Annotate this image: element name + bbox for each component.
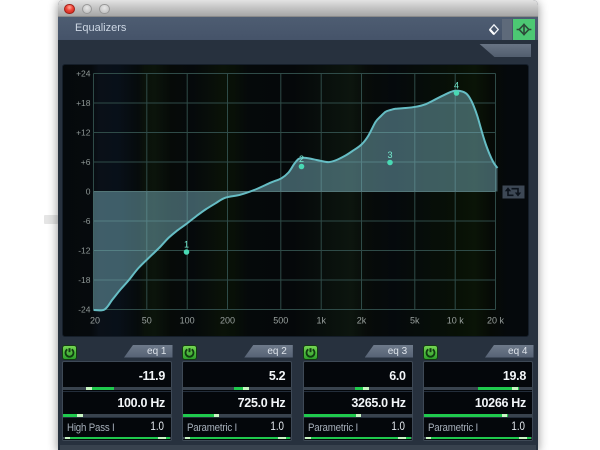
- svg-text:2: 2: [298, 154, 303, 164]
- svg-text:500: 500: [273, 315, 288, 325]
- svg-text:10 k: 10 k: [446, 315, 464, 325]
- svg-text:50: 50: [141, 315, 151, 325]
- svg-text:-6: -6: [82, 216, 90, 226]
- svg-text:-18: -18: [78, 275, 91, 285]
- svg-text:+24: +24: [76, 68, 91, 78]
- svg-text:5k: 5k: [410, 315, 420, 325]
- svg-text:1: 1: [183, 239, 188, 249]
- svg-text:200: 200: [219, 315, 234, 325]
- svg-text:20: 20: [89, 315, 99, 325]
- svg-text:-12: -12: [78, 245, 91, 255]
- svg-text:4: 4: [453, 80, 458, 90]
- svg-text:+12: +12: [76, 127, 91, 137]
- svg-text:-24: -24: [78, 304, 91, 314]
- svg-text:20 k: 20 k: [486, 315, 504, 325]
- svg-text:100: 100: [179, 315, 194, 325]
- svg-text:3: 3: [387, 150, 392, 160]
- svg-text:2k: 2k: [356, 315, 366, 325]
- svg-text:0: 0: [85, 186, 90, 196]
- svg-text:1k: 1k: [316, 315, 326, 325]
- svg-text:+6: +6: [80, 157, 90, 167]
- svg-text:+18: +18: [76, 98, 91, 108]
